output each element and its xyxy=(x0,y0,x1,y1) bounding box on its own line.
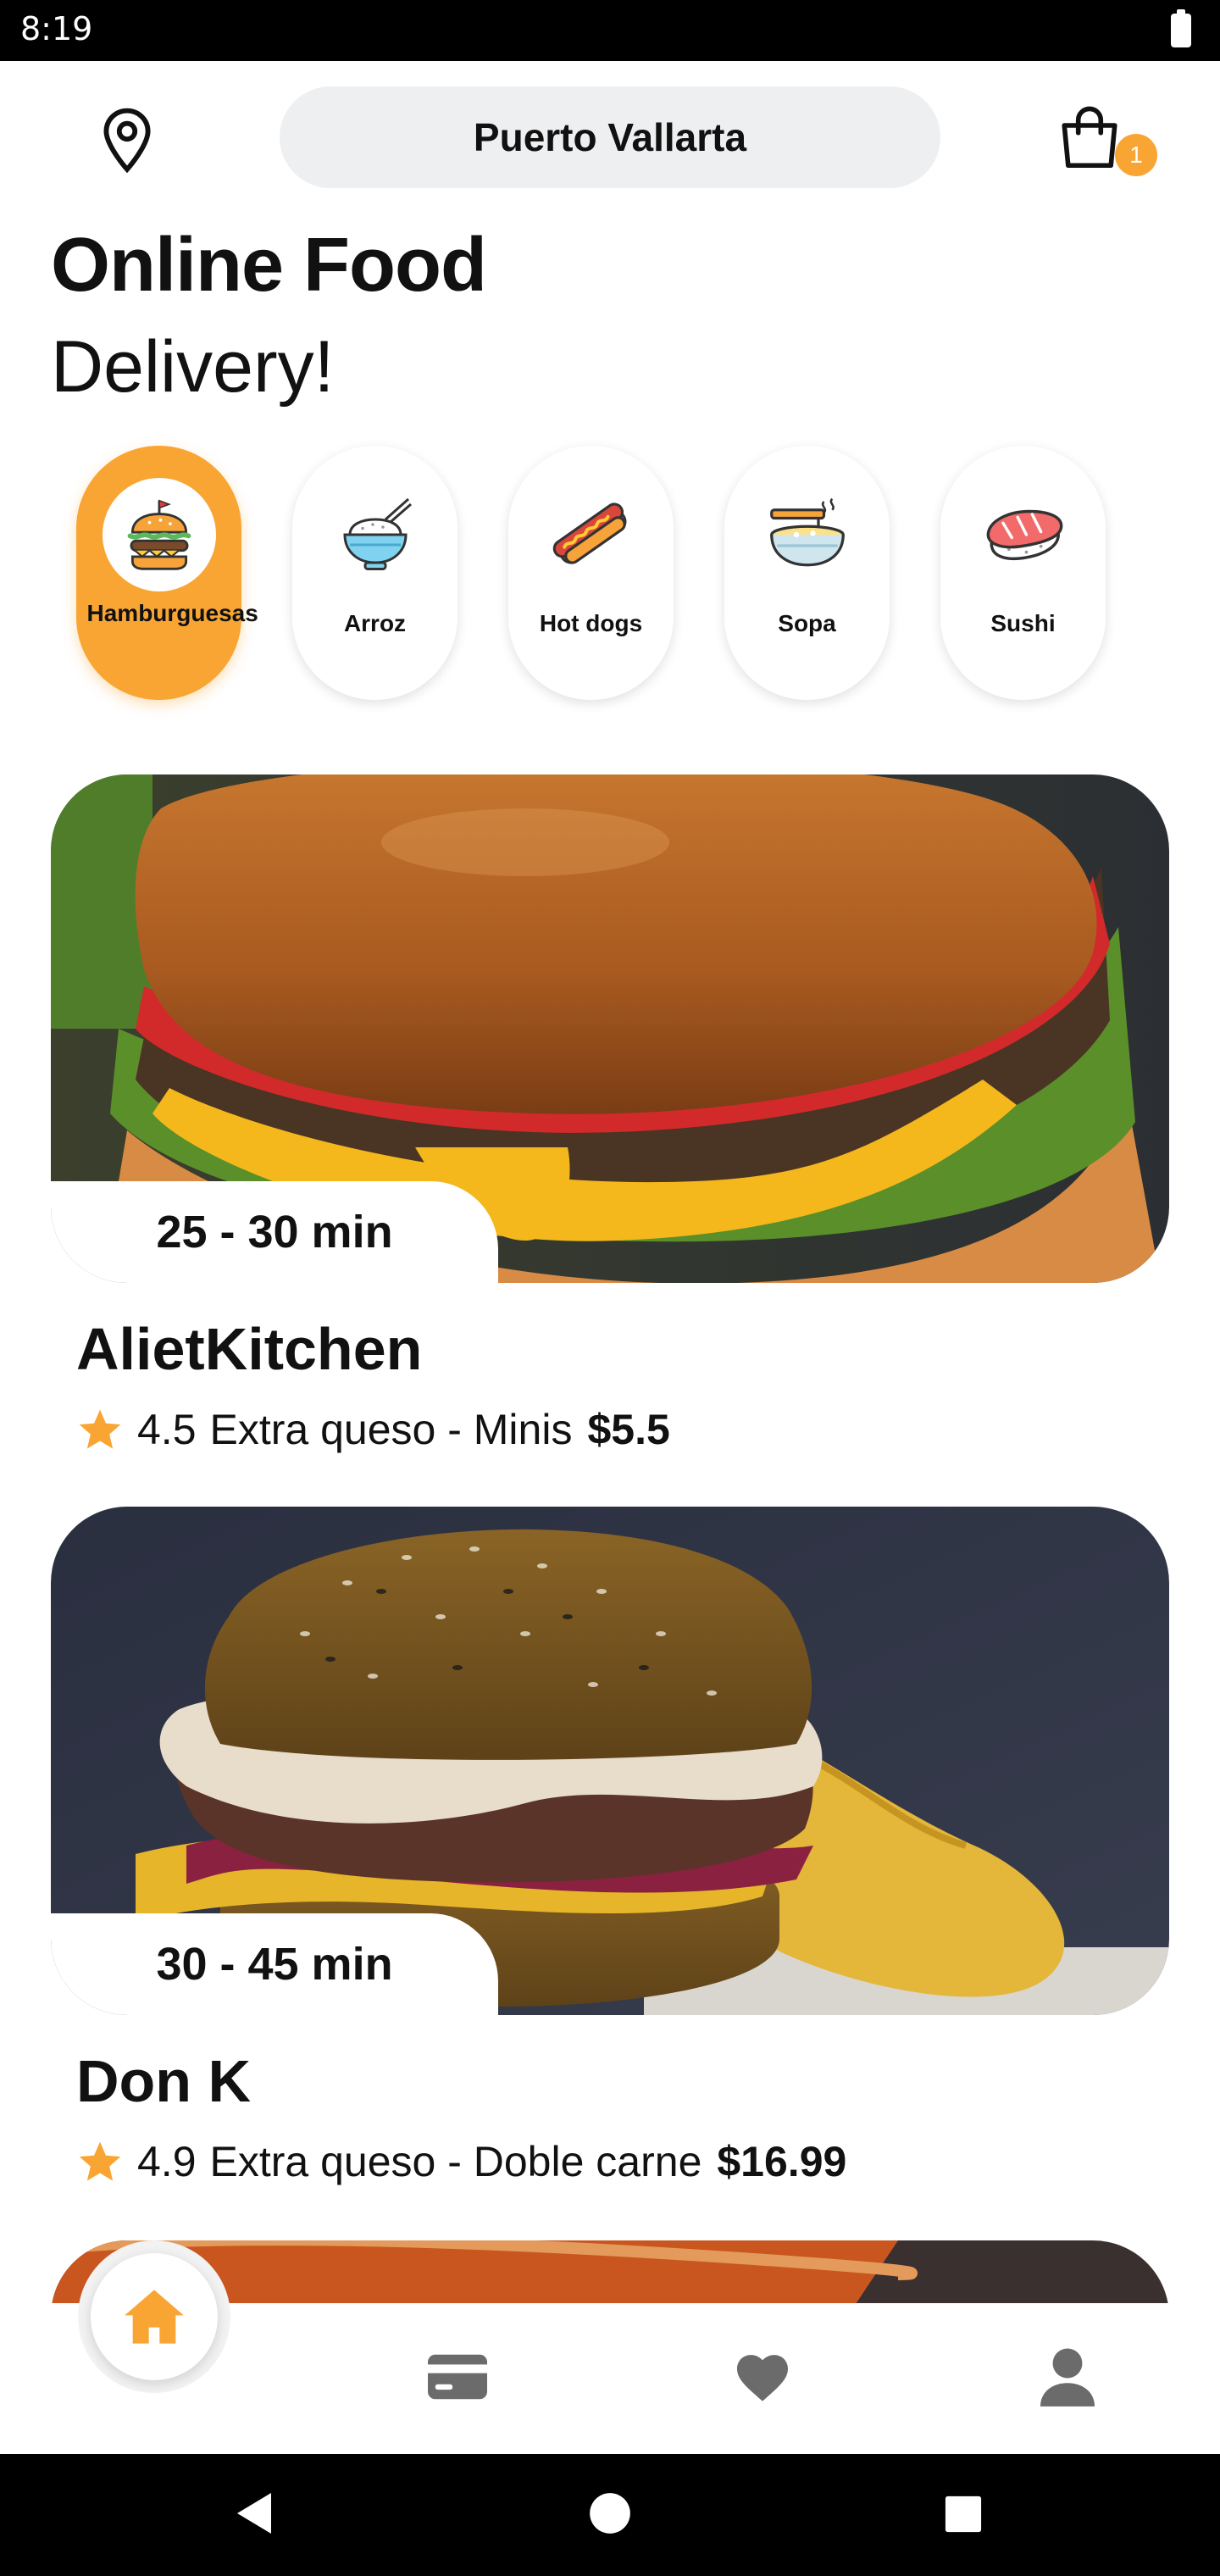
burger-icon xyxy=(102,478,216,591)
restaurant-image[interactable]: 30 - 45 min xyxy=(51,1507,1169,2015)
wallet-card-icon xyxy=(428,2354,487,2400)
category-arroz[interactable]: Arroz xyxy=(292,446,458,700)
city-selector[interactable]: Puerto Vallarta xyxy=(280,86,940,188)
category-hot-dogs[interactable]: Hot dogs xyxy=(508,446,674,700)
header: Puerto Vallarta 1 xyxy=(0,61,1220,214)
delivery-time-badge: 30 - 45 min xyxy=(51,1913,498,2015)
hot-dog-icon xyxy=(535,478,648,591)
nav-favorites[interactable] xyxy=(729,2347,796,2407)
delivery-time-badge: 25 - 30 min xyxy=(51,1181,498,1283)
page-subtitle: Delivery! xyxy=(51,326,335,408)
bottom-navigation xyxy=(0,2240,1220,2454)
restaurant-meta: 4.9 Extra queso - Doble carne $16.99 xyxy=(76,2137,846,2186)
rice-bowl-icon xyxy=(319,478,432,591)
category-sushi[interactable]: Sushi xyxy=(940,446,1106,700)
restaurant-name[interactable]: Don K xyxy=(76,2047,251,2115)
restaurant-meta: 4.5 Extra queso - Minis $5.5 xyxy=(76,1405,670,1454)
cart-button[interactable]: 1 xyxy=(1054,102,1157,186)
back-icon[interactable] xyxy=(234,2491,274,2535)
restaurant-description: Extra queso - Doble carne xyxy=(209,2138,702,2185)
user-icon xyxy=(1040,2348,1095,2407)
category-hamburguesas[interactable]: Hamburguesas xyxy=(76,446,258,700)
nav-home[interactable] xyxy=(78,2240,230,2393)
status-bar: 8:19 xyxy=(0,0,1220,61)
battery-icon xyxy=(1171,9,1191,47)
city-label: Puerto Vallarta xyxy=(473,115,747,159)
restaurant-card[interactable]: 30 - 45 min Don K 4.9 Extra queso - Dobl… xyxy=(51,1507,1169,2201)
page-title: Online Food xyxy=(51,223,487,308)
nav-wallet[interactable] xyxy=(424,2347,491,2407)
sushi-icon xyxy=(967,478,1080,591)
restaurant-name[interactable]: AlietKitchen xyxy=(76,1315,422,1383)
rating-value: 4.9 xyxy=(137,2138,197,2185)
star-icon xyxy=(79,2141,121,2181)
price-label: $16.99 xyxy=(717,2138,847,2185)
recents-icon[interactable] xyxy=(944,2495,983,2534)
category-label: Sushi xyxy=(990,610,1056,636)
category-label: Hamburguesas xyxy=(86,600,258,626)
nav-profile[interactable] xyxy=(1034,2347,1101,2407)
status-time: 8:19 xyxy=(20,10,93,47)
home-icon xyxy=(125,2290,184,2344)
system-navigation-bar xyxy=(0,2454,1220,2576)
home-circle-icon[interactable] xyxy=(588,2491,632,2535)
cart-count-badge: 1 xyxy=(1115,134,1157,176)
restaurant-image[interactable]: 25 - 30 min xyxy=(51,774,1169,1283)
category-label: Hot dogs xyxy=(539,610,643,636)
shopping-bag-icon xyxy=(1062,106,1117,169)
heart-icon xyxy=(737,2355,788,2401)
restaurant-card[interactable]: 25 - 30 min AlietKitchen 4.5 Extra queso… xyxy=(51,774,1169,1469)
price-label: $5.5 xyxy=(587,1406,670,1453)
category-label: Arroz xyxy=(343,610,407,636)
category-label: Sopa xyxy=(778,610,836,636)
rating-value: 4.5 xyxy=(137,1406,197,1453)
map-pin-icon[interactable] xyxy=(95,107,159,175)
restaurant-description: Extra queso - Minis xyxy=(209,1406,573,1453)
soup-icon xyxy=(751,478,864,591)
category-list: Hamburguesas Arroz Hot dogs Sopa Sushi xyxy=(76,446,1106,700)
category-sopa[interactable]: Sopa xyxy=(724,446,890,700)
star-icon xyxy=(79,1409,121,1449)
